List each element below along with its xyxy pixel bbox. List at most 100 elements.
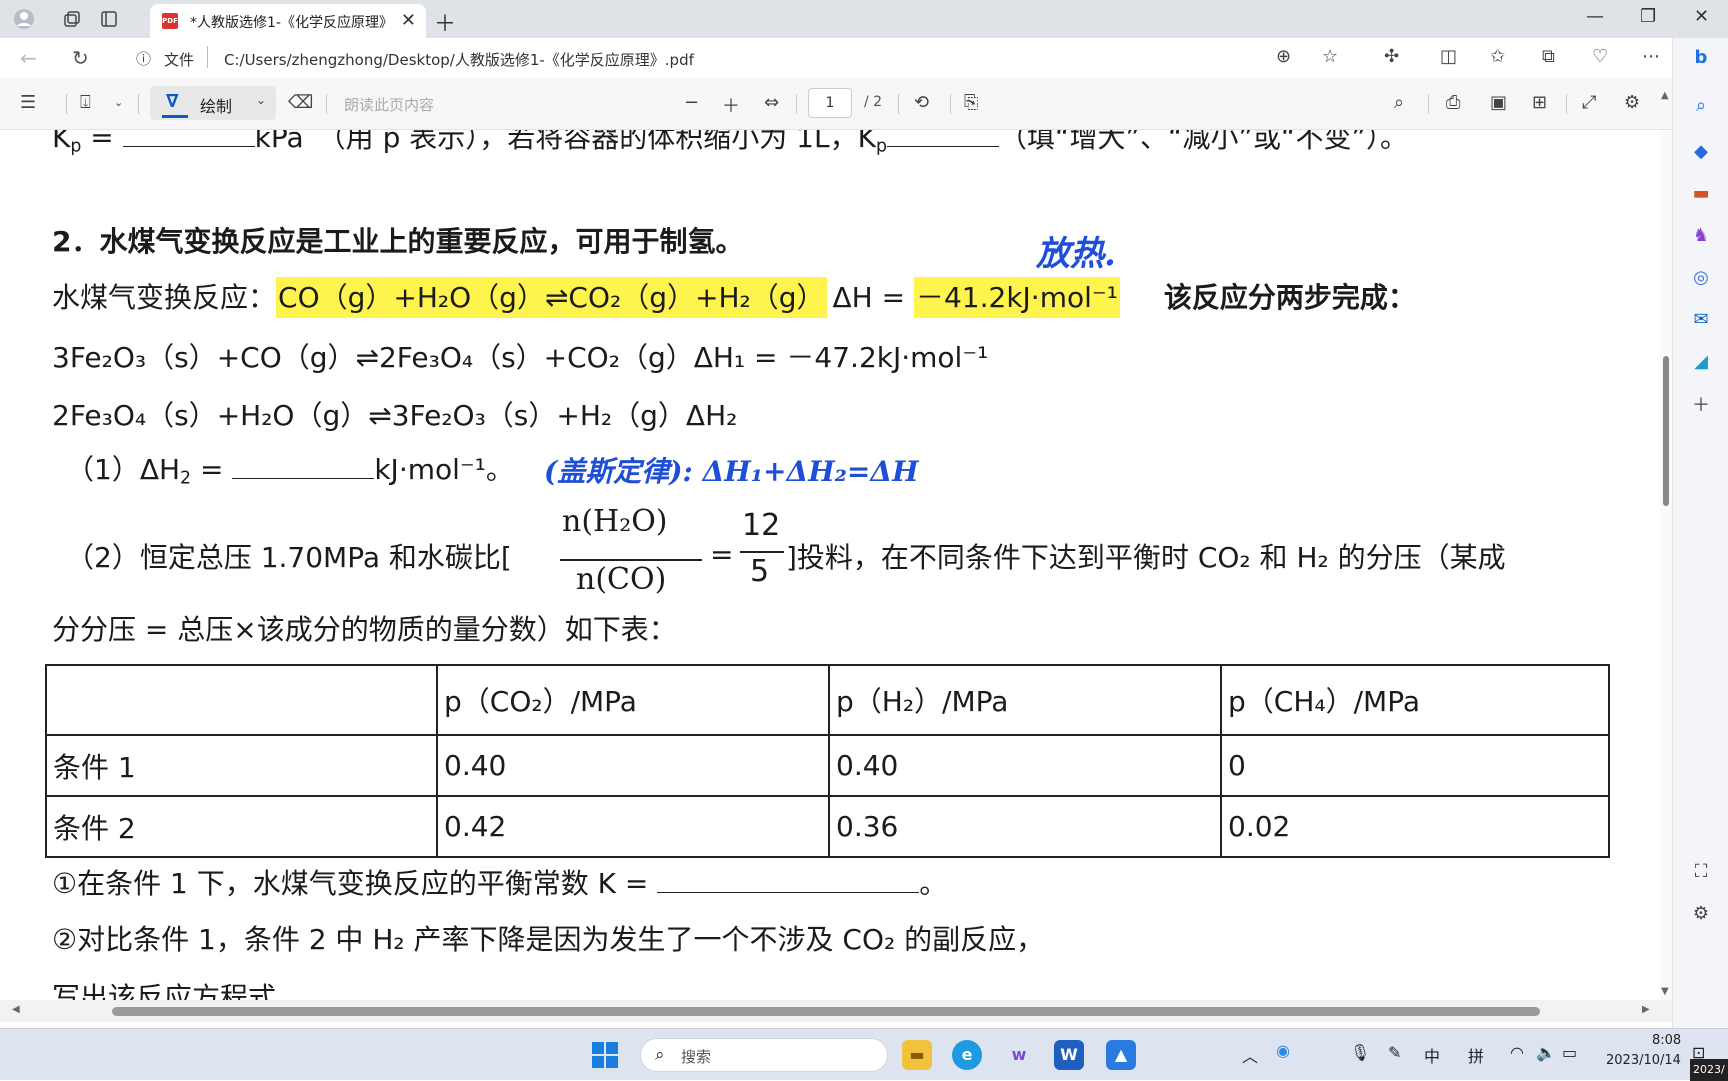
eraser-icon[interactable]: ⌫ (288, 92, 313, 113)
k-answer-blank[interactable] (657, 892, 920, 893)
read-aloud-button[interactable]: 朗读此页内容 (344, 94, 434, 115)
zoom-in-icon[interactable]: ＋ (722, 92, 740, 118)
tray-app-icon[interactable]: ◉ (1276, 1041, 1290, 1060)
delta-h-label: ΔH = (832, 281, 914, 314)
sidebar-settings-icon[interactable]: ⚙ (1689, 902, 1713, 926)
file-explorer-icon[interactable]: ▬ (902, 1040, 932, 1070)
refresh-icon[interactable]: ↻ (72, 46, 89, 70)
page-view-icon[interactable]: ⎘ (964, 92, 978, 113)
wifi-icon[interactable]: ◠ (1510, 1043, 1524, 1062)
scroll-left-icon[interactable]: ◀ (12, 1004, 20, 1015)
extensions-icon[interactable]: ✣ (1384, 46, 1399, 67)
browser-essentials-icon[interactable]: ♡ (1592, 46, 1608, 67)
kp-change-blank[interactable] (886, 146, 999, 147)
volume-icon[interactable]: 🔈 (1536, 1043, 1556, 1062)
pen-icon[interactable]: ✎ (1388, 1043, 1401, 1062)
settings-gear-icon[interactable]: ⚙ (1624, 92, 1640, 113)
sidebar-capture-icon[interactable]: ⛶ (1689, 860, 1713, 884)
more-menu-icon[interactable]: ⋯ (1642, 46, 1660, 67)
toolbar-divider (950, 94, 951, 114)
search-icon[interactable]: ⌕ (1394, 92, 1404, 113)
page-number-input[interactable]: 1 (808, 88, 852, 118)
ime-name-indicator[interactable]: 拼 (1468, 1043, 1484, 1067)
save-icon[interactable]: ▣ (1490, 92, 1507, 113)
copilot-icon[interactable]: b (1689, 46, 1713, 70)
table-row: 条件 2 0.42 0.36 0.02 (45, 795, 1610, 858)
toolbar-divider (1566, 94, 1567, 114)
battery-icon[interactable]: ▭ (1562, 1043, 1577, 1062)
fit-width-icon[interactable]: ⇔ (764, 92, 779, 113)
edge-browser-icon[interactable]: e (952, 1040, 982, 1070)
tools-briefcase-icon[interactable]: ▬ (1689, 182, 1713, 206)
draw-chevron-icon: ⌄ (255, 93, 266, 107)
highlight-icon[interactable]: ⍗ (80, 92, 91, 113)
new-tab-icon[interactable]: ＋ (434, 6, 456, 38)
highlight-chevron-icon[interactable]: ⌄ (114, 96, 123, 109)
back-icon[interactable]: ← (20, 46, 37, 70)
sidebar-search-icon[interactable]: ⌕ (1689, 94, 1713, 118)
sub-question-2-text-continued: 分分压 = 总压×该成分的物质的量分数）如下表： (52, 613, 677, 646)
profile-icon[interactable] (12, 7, 36, 31)
games-icon[interactable]: ♞ (1689, 224, 1713, 248)
split-screen-icon[interactable]: ◫ (1440, 46, 1457, 67)
horizontal-scrollbar[interactable]: ◀ ▶ (0, 1000, 1672, 1022)
drop-icon[interactable]: ◢ (1689, 350, 1713, 374)
corner-date-badge-text: 2023/ (1693, 1063, 1725, 1076)
partial-pressure-table: p（CO₂）/MPa p（H₂）/MPa p（CH₄）/MPa 条件 1 0.4… (45, 664, 1610, 858)
rotate-icon[interactable]: ⟲ (914, 92, 929, 113)
draw-button[interactable]: ∇ 绘制 ⌄ (150, 86, 276, 120)
info-icon[interactable]: ⓘ (136, 48, 151, 69)
minimize-icon[interactable]: — (1586, 6, 1604, 27)
reaction-label: 水煤气变换反应： (52, 281, 277, 314)
favorite-star-icon[interactable]: ☆ (1322, 46, 1338, 67)
add-sidebar-app-icon[interactable]: ＋ (1689, 394, 1713, 418)
address-url[interactable]: C:/Users/zhengzhong/Desktop/人教版选修1-《化学反应… (224, 49, 694, 70)
outlook-icon[interactable]: ✉ (1689, 308, 1713, 332)
sub1-prefix: （1）ΔH (66, 453, 181, 486)
microsoft365-icon[interactable]: ◎ (1689, 266, 1713, 290)
address-file-label: 文件 (164, 51, 195, 69)
kp-answer-blank[interactable] (122, 146, 255, 147)
zoom-out-icon[interactable]: − (684, 92, 699, 113)
question-circle-3: 写出该反应方程式 (52, 981, 277, 1000)
fraction-equals: = (710, 538, 734, 571)
ime-mode-indicator[interactable]: 中 (1424, 1043, 1440, 1067)
scroll-down-icon[interactable]: ▼ (1661, 986, 1669, 997)
contents-list-icon[interactable]: ☰ (20, 92, 36, 113)
windows-start-icon[interactable] (592, 1042, 618, 1068)
taskbar-search-box[interactable]: ⌕ 搜索 (640, 1038, 888, 1072)
tab-pdf[interactable]: PDF *人教版选修1-《化学反应原理》 ✕ (150, 4, 426, 38)
photos-icon[interactable]: ▲ (1106, 1040, 1136, 1070)
vertical-scrollbar[interactable]: ▲ ▼ (1660, 90, 1672, 1000)
word-icon[interactable]: W (1054, 1040, 1084, 1070)
horizontal-scroll-thumb[interactable] (112, 1007, 1540, 1016)
question-circle-3-end: 。 (1186, 981, 1215, 1000)
close-tab-icon[interactable]: ✕ (401, 10, 416, 31)
two-step-text: 该反应分两步完成： (1163, 281, 1416, 314)
delta-h2-answer-blank[interactable] (232, 478, 375, 479)
favorites-icon[interactable]: ✩ (1490, 46, 1505, 67)
address-divider (207, 46, 208, 68)
whiteboard-icon[interactable]: w (1004, 1040, 1034, 1070)
clock-time[interactable]: 8:08 (1652, 1033, 1681, 1048)
collections-icon[interactable]: ⧉ (1542, 46, 1555, 67)
microphone-icon[interactable]: 🎙 (1350, 1043, 1370, 1062)
delta-h-value-highlighted: －41.2kJ·mol⁻¹ (913, 277, 1120, 318)
save-as-icon[interactable]: ⊞ (1532, 92, 1547, 113)
scroll-right-icon[interactable]: ▶ (1642, 1004, 1650, 1015)
show-hidden-icons-chevron[interactable]: ︿ (1242, 1043, 1258, 1067)
sub-question-1: （1）ΔH2 = kJ·mol⁻¹。 (66, 448, 514, 488)
workspaces-icon[interactable] (60, 7, 84, 31)
fullscreen-icon[interactable]: ⤢ (1582, 92, 1596, 113)
shopping-tag-icon[interactable]: ◆ (1689, 140, 1713, 164)
scroll-up-icon[interactable]: ▲ (1661, 90, 1669, 101)
print-icon[interactable]: ⎙ (1446, 92, 1460, 113)
tab-actions-icon[interactable] (97, 7, 121, 31)
maximize-icon[interactable]: ❐ (1640, 6, 1656, 27)
vertical-scroll-thumb[interactable] (1663, 356, 1669, 506)
clock-date[interactable]: 2023/10/14 (1606, 1053, 1681, 1068)
handwritten-note-hess-law: (盖斯定律): ΔH₁+ΔH₂=ΔH (544, 455, 919, 488)
close-window-icon[interactable]: ✕ (1694, 6, 1709, 27)
zoom-icon[interactable]: ⊕ (1276, 46, 1291, 67)
sub1-equals: = (191, 453, 233, 486)
